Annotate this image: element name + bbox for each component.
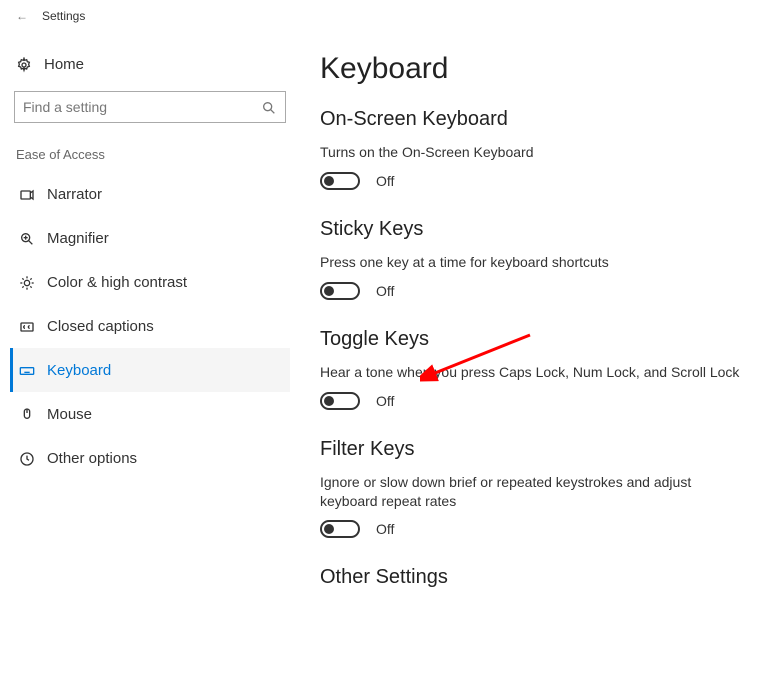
sidebar-item-label: Magnifier [47,230,109,247]
page-title: Keyboard [320,52,748,86]
title-bar: ← Settings [0,0,768,32]
search-input[interactable]: Find a setting [14,91,286,123]
sidebar-item-captions[interactable]: Closed captions [10,304,290,348]
sidebar-item-label: Other options [47,450,137,467]
sidebar: Home Find a setting Ease of Access Narra… [0,32,300,673]
section-other-settings: Other Settings [320,566,748,589]
section-description: Hear a tone when you press Caps Lock, Nu… [320,363,740,382]
toggle-state-label: Off [376,283,394,299]
narrator-icon [19,185,47,202]
section-heading: Filter Keys [320,438,748,461]
search-icon [261,98,277,115]
sidebar-group-header: Ease of Access [10,147,290,172]
section-on-screen-keyboard: On-Screen Keyboard Turns on the On-Scree… [320,108,748,190]
sidebar-item-label: Color & high contrast [47,274,187,291]
section-filter-keys: Filter Keys Ignore or slow down brief or… [320,438,748,539]
sidebar-item-contrast[interactable]: Color & high contrast [10,260,290,304]
section-description: Turns on the On-Screen Keyboard [320,143,740,162]
nav-home-label: Home [44,56,84,73]
sidebar-item-label: Narrator [47,186,102,203]
sidebar-item-mouse[interactable]: Mouse [10,392,290,436]
toggle-state-label: Off [376,521,394,537]
section-heading: Toggle Keys [320,328,748,351]
section-toggle-keys: Toggle Keys Hear a tone when you press C… [320,328,748,410]
keyboard-icon [19,361,47,378]
nav-home[interactable]: Home [10,50,290,87]
contrast-icon [19,273,47,290]
toggle-state-label: Off [376,393,394,409]
gear-icon [16,56,44,73]
captions-icon [19,317,47,334]
toggle-filter-keys[interactable] [320,520,360,538]
toggle-state-label: Off [376,173,394,189]
content-pane: Keyboard On-Screen Keyboard Turns on the… [300,32,768,673]
search-placeholder: Find a setting [23,99,261,115]
sidebar-item-keyboard[interactable]: Keyboard [10,348,290,392]
section-description: Press one key at a time for keyboard sho… [320,253,740,272]
magnifier-icon [19,229,47,246]
app-title: Settings [42,9,85,23]
section-description: Ignore or slow down brief or repeated ke… [320,473,740,511]
section-heading: Other Settings [320,566,748,589]
mouse-icon [19,405,47,422]
sidebar-item-label: Mouse [47,406,92,423]
options-icon [19,449,47,466]
sidebar-item-label: Keyboard [47,362,111,379]
section-heading: Sticky Keys [320,218,748,241]
back-button[interactable]: ← [8,9,36,23]
sidebar-item-other-options[interactable]: Other options [10,436,290,480]
sidebar-item-label: Closed captions [47,318,154,335]
sidebar-item-magnifier[interactable]: Magnifier [10,216,290,260]
toggle-toggle-keys[interactable] [320,392,360,410]
section-heading: On-Screen Keyboard [320,108,748,131]
toggle-on-screen-keyboard[interactable] [320,172,360,190]
sidebar-item-narrator[interactable]: Narrator [10,172,290,216]
toggle-sticky-keys[interactable] [320,282,360,300]
section-sticky-keys: Sticky Keys Press one key at a time for … [320,218,748,300]
